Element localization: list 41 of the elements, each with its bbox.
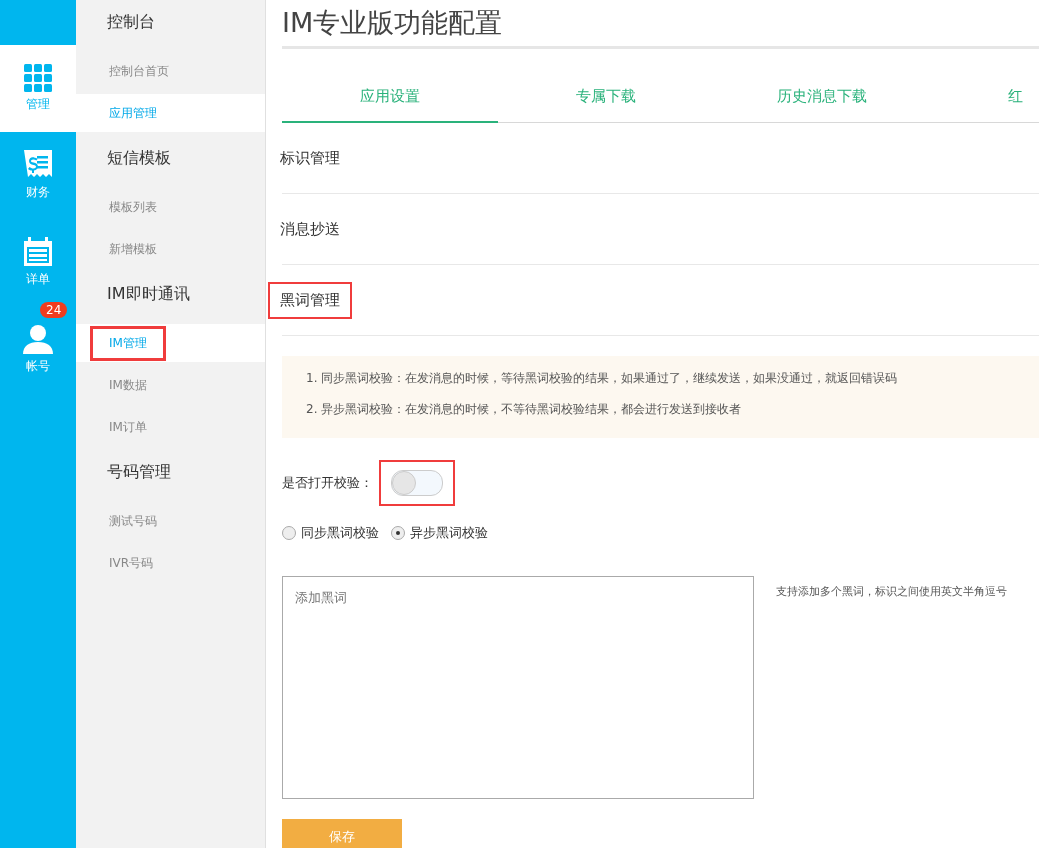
user-icon <box>23 324 53 354</box>
nav-link[interactable]: 控制台首页 <box>90 53 188 89</box>
tab[interactable]: 应用设置 <box>282 71 498 123</box>
radio-icon[interactable] <box>282 526 296 540</box>
calendar-icon <box>23 237 53 267</box>
nav-link[interactable]: 测试号码 <box>90 503 176 539</box>
section-title[interactable]: 标识管理 <box>268 139 352 177</box>
count-badge: 24 <box>40 302 68 318</box>
nav-group-title: 号码管理 <box>106 460 172 483</box>
notice-text: 1. 同步黑词校验：在发消息的时候，等待黑词校验的结果，如果通过了，继续发送，如果没通过，就返回错误码 <box>306 370 899 387</box>
nav-link[interactable]: 应用管理 <box>90 95 176 131</box>
section-title[interactable]: 消息抄送 <box>268 210 352 248</box>
tab[interactable]: 红 <box>930 71 1039 123</box>
nav-link[interactable]: IM订单 <box>90 409 166 445</box>
save-button[interactable]: 保存 <box>282 819 402 848</box>
radio-icon[interactable] <box>391 526 405 540</box>
rail-item[interactable]: 管理 <box>0 45 76 132</box>
rail-item[interactable]: 财务 <box>0 132 76 219</box>
tab[interactable]: 专属下载 <box>498 71 714 123</box>
radio-option[interactable]: 同步黑词校验 <box>282 524 379 542</box>
toggle-label: 是否打开校验： <box>282 474 373 492</box>
receipt-icon <box>24 150 52 180</box>
nav-link[interactable]: IVR号码 <box>90 545 173 581</box>
tab[interactable]: 历史消息下载 <box>714 71 930 123</box>
radio-label: 异步黑词校验 <box>410 524 488 542</box>
blackword-input[interactable]: 添加黑词 <box>282 576 754 799</box>
grid-icon <box>24 64 52 92</box>
notice-text: 2. 异步黑词校验：在发消息的时候，不等待黑词校验结果，都会进行发送到接收者 <box>306 401 743 418</box>
nav-link[interactable]: IM数据 <box>90 367 166 403</box>
nav-link[interactable]: IM管理 <box>90 325 166 361</box>
nav-group-title: 短信模板 <box>106 146 172 169</box>
toggle-switch[interactable] <box>391 470 443 496</box>
section-title[interactable]: 黑词管理 <box>268 281 352 319</box>
radio-label: 同步黑词校验 <box>301 524 379 542</box>
nav-link[interactable]: 新增模板 <box>90 231 176 267</box>
page-title: IM专业版功能配置 <box>282 0 1039 49</box>
nav-group-title: IM即时通讯 <box>106 282 191 305</box>
nav-group-title: 控制台 <box>106 10 156 33</box>
hint-text: 支持添加多个黑词，标识之间使用英文半角逗号 <box>776 584 1007 600</box>
nav-link[interactable]: 模板列表 <box>90 189 176 225</box>
radio-option[interactable]: 异步黑词校验 <box>391 524 488 542</box>
